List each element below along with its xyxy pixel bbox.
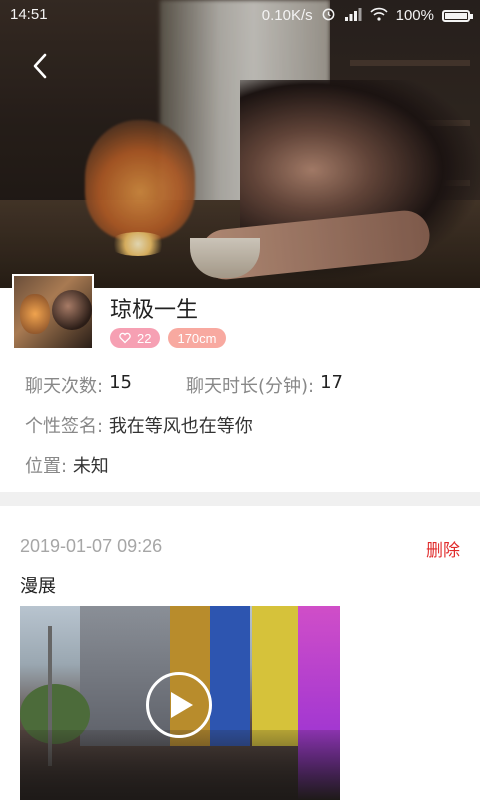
heart-icon — [119, 332, 131, 344]
post-caption: 漫展 — [20, 576, 56, 597]
chat-duration-value: 17 — [320, 372, 343, 393]
wifi-icon — [370, 7, 388, 25]
heart-count: 22 — [137, 330, 152, 346]
chat-duration-label: 聊天时长(分钟): — [185, 376, 315, 397]
cover-photo — [0, 0, 480, 288]
battery-percent: 100% — [395, 7, 434, 24]
signature-row: 个性签名: 我在等风也在等你 — [25, 412, 253, 438]
status-bar: 14:51 0.10K/s 100% — [0, 0, 480, 30]
chat-count: 聊天次数: 15 — [25, 372, 132, 398]
profile-badges: 22 170cm — [110, 328, 226, 348]
location-row: 位置: 未知 — [25, 452, 109, 478]
avatar[interactable] — [12, 274, 94, 350]
status-time: 14:51 — [10, 6, 48, 23]
signal-icon — [344, 7, 362, 25]
battery-icon — [442, 9, 473, 22]
chat-stats: 聊天次数: 15 聊天时长(分钟): 17 — [25, 372, 343, 398]
location-label: 位置: — [25, 456, 68, 477]
chat-duration: 聊天时长(分钟): 17 — [186, 372, 343, 398]
alarm-icon — [321, 6, 336, 25]
play-icon — [171, 692, 193, 718]
location-value: 未知 — [72, 456, 109, 477]
post-video-thumbnail[interactable] — [20, 606, 340, 800]
profile-card: 琼极一生 22 170cm 聊天次数: 15 聊天时长(分钟): 17 个性签名… — [0, 274, 480, 492]
signature-label: 个性签名: — [25, 416, 104, 437]
play-button[interactable] — [146, 672, 212, 738]
back-button[interactable] — [22, 48, 58, 84]
post-date: 2019-01-07 09:26 — [20, 536, 163, 556]
height-badge: 170cm — [168, 328, 226, 348]
delete-button[interactable]: 删除 — [426, 536, 460, 561]
post-item: 2019-01-07 09:26 删除 漫展 — [0, 506, 480, 800]
chevron-left-icon — [33, 53, 47, 79]
network-speed: 0.10K/s — [261, 7, 313, 24]
heart-count-badge: 22 — [110, 328, 161, 348]
chat-count-value: 15 — [109, 372, 132, 393]
signature-value: 我在等风也在等你 — [108, 416, 253, 437]
section-divider — [0, 492, 480, 506]
profile-name: 琼极一生 — [110, 298, 199, 323]
chat-count-label: 聊天次数: — [25, 376, 104, 397]
